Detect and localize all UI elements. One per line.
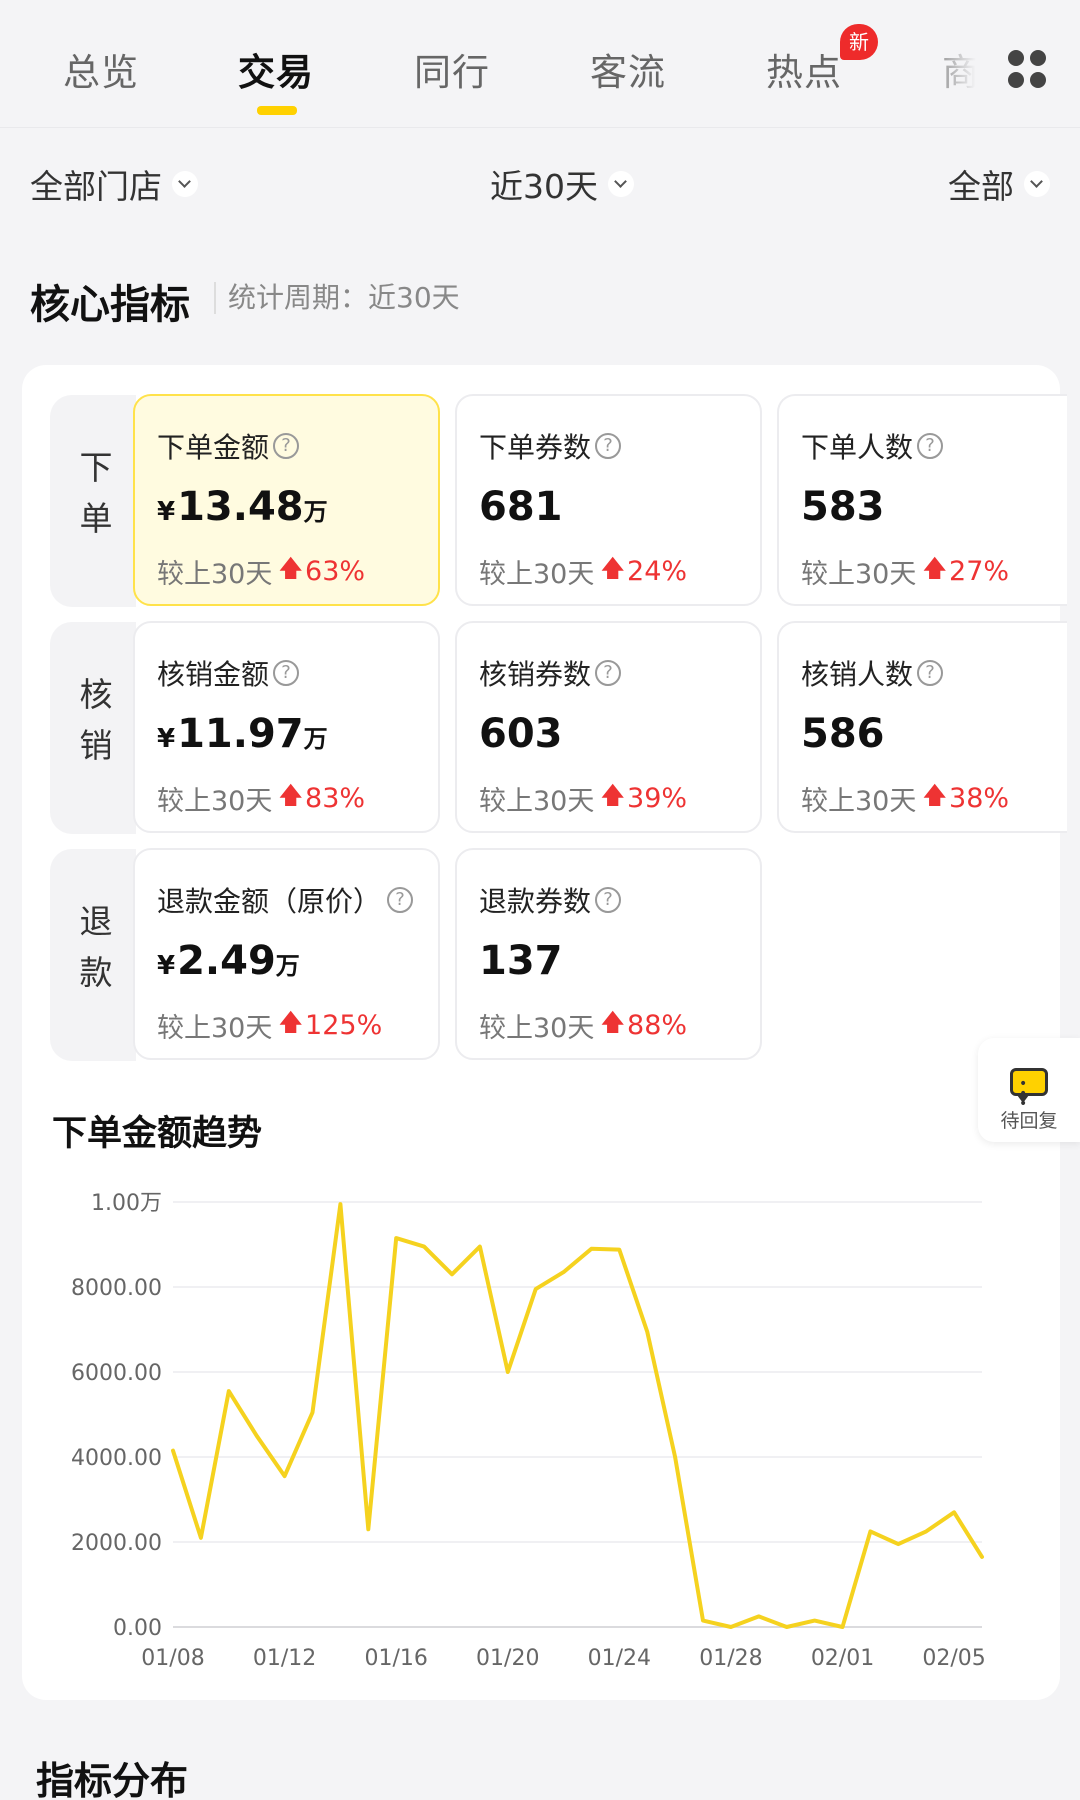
y-tick-label: 0.00 [113,1616,162,1641]
y-tick-label: 1.00万 [91,1191,162,1216]
pending-reply-button[interactable]: • • • 待回复 [978,1038,1080,1142]
x-tick-label: 01/12 [253,1646,316,1671]
y-tick-label: 8000.00 [71,1276,162,1301]
message-icon: • • • [1010,1068,1048,1111]
y-tick-label: 2000.00 [71,1531,162,1556]
metric-distribution-title: 指标分布 [36,1759,189,1800]
pending-reply-label: 待回复 [1000,1110,1058,1132]
y-tick-label: 4000.00 [71,1446,162,1471]
x-tick-label: 01/20 [476,1646,539,1671]
x-tick-label: 01/16 [364,1646,427,1671]
x-tick-label: 02/01 [811,1646,874,1671]
x-tick-label: 01/08 [141,1646,204,1671]
order-amount-trend-chart: 0.00 2000.00 4000.00 6000.00 8000.00 1.00万 01/… [71,1191,986,1671]
series-line [171,1202,984,1629]
x-tick-label: 01/28 [699,1646,762,1671]
y-tick-label: 6000.00 [71,1361,162,1386]
x-tick-label: 02/05 [922,1646,985,1671]
x-tick-label: 01/24 [588,1646,651,1671]
